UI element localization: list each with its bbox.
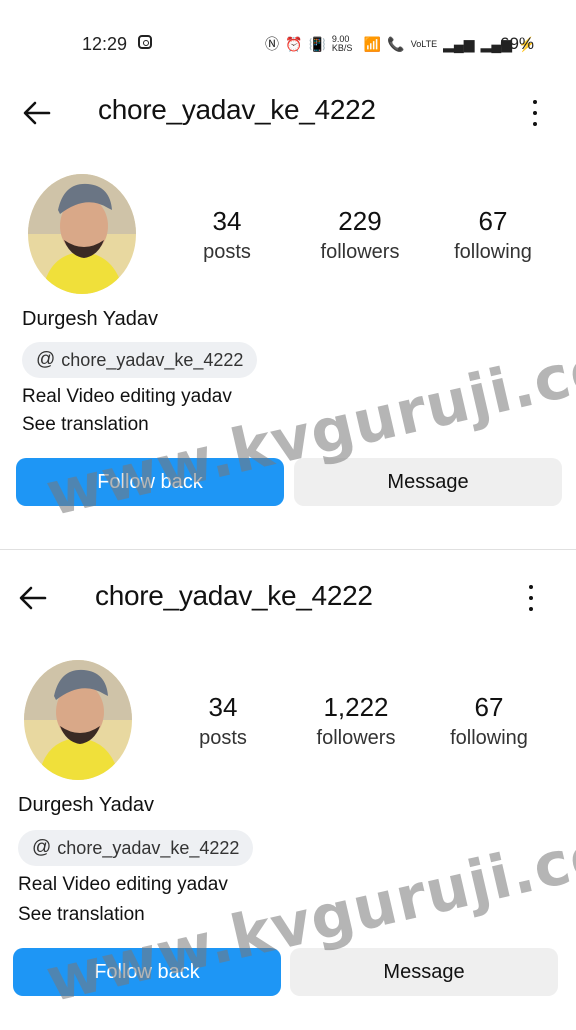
see-translation-link[interactable]: See translation [22, 414, 149, 436]
following-count: 67 [478, 206, 508, 236]
display-name: Durgesh Yadav [22, 308, 159, 330]
more-options-icon[interactable] [532, 100, 538, 126]
stat-following[interactable]: 67 following [433, 206, 553, 264]
avatar[interactable] [28, 174, 136, 294]
status-icons: Ⓝ ⏰ 📳 9.00 KB/S 📶 📞 VoLTE ▂▄▆ ▂▄▆ ⚡ [265, 33, 535, 55]
followers-count: 1,222 [323, 692, 389, 722]
stat-followers[interactable]: 229 followers [300, 206, 420, 264]
avatar[interactable] [24, 660, 132, 780]
posts-label: posts [203, 241, 251, 263]
posts-count: 34 [212, 206, 242, 236]
profile-panel-2: chore_yadav_ke_4222 34 posts 1,222 follo… [0, 550, 576, 1030]
instagram-notification-icon [138, 35, 152, 49]
threads-icon: @ [32, 837, 52, 858]
signal-1-icon: ▂▄▆ [443, 35, 475, 52]
stat-posts[interactable]: 34 posts [163, 692, 283, 750]
following-label: following [450, 727, 528, 749]
message-button[interactable]: Message [290, 948, 558, 996]
wifi-icon: 📶 [363, 35, 382, 52]
profile-username: chore_yadav_ke_4222 [98, 94, 376, 125]
nfc-icon: Ⓝ [265, 36, 279, 52]
display-name: Durgesh Yadav [18, 794, 155, 816]
threads-handle: chore_yadav_ke_4222 [61, 349, 244, 370]
threads-handle: chore_yadav_ke_4222 [57, 837, 240, 858]
followers-label: followers [320, 241, 400, 263]
battery-level: 69% [500, 34, 535, 53]
clock: 12:29 [82, 34, 128, 54]
posts-count: 34 [208, 692, 238, 722]
vibrate-icon: 📳 [308, 35, 326, 52]
alarm-icon: ⏰ [285, 35, 303, 52]
net-speed: 9.00 KB/S [331, 34, 353, 53]
followers-label: followers [316, 727, 396, 749]
wifi-call-icon: 📞 [387, 35, 405, 52]
threads-badge[interactable]: @ chore_yadav_ke_4222 [22, 342, 258, 378]
posts-label: posts [199, 727, 247, 749]
status-bar: 12:29 Ⓝ ⏰ 📳 9.00 KB/S 📶 📞 VoLTE ▂▄▆ ▂▄▆ … [0, 0, 576, 70]
bio-text: Real Video editing yadav [18, 874, 228, 895]
stat-posts[interactable]: 34 posts [167, 206, 287, 264]
followers-count: 229 [338, 206, 382, 236]
profile-panel-1: chore_yadav_ke_4222 34 posts 229 followe… [0, 70, 576, 550]
threads-icon: @ [36, 349, 56, 370]
message-button[interactable]: Message [294, 458, 562, 506]
see-translation-link[interactable]: See translation [18, 904, 145, 926]
follow-back-button[interactable]: Follow back [16, 458, 284, 506]
back-arrow-icon[interactable] [22, 98, 52, 128]
threads-badge[interactable]: @ chore_yadav_ke_4222 [18, 830, 254, 866]
volte-icon: VoLTE [410, 39, 438, 49]
following-count: 67 [474, 692, 504, 722]
stat-followers[interactable]: 1,222 followers [296, 692, 416, 750]
back-arrow-icon[interactable] [18, 583, 48, 613]
following-label: following [454, 241, 532, 263]
more-options-icon[interactable] [528, 585, 534, 611]
follow-back-button[interactable]: Follow back [13, 948, 281, 996]
stat-following[interactable]: 67 following [429, 692, 549, 750]
profile-username: chore_yadav_ke_4222 [95, 580, 373, 611]
bio-text: Real Video editing yadav [22, 386, 232, 407]
